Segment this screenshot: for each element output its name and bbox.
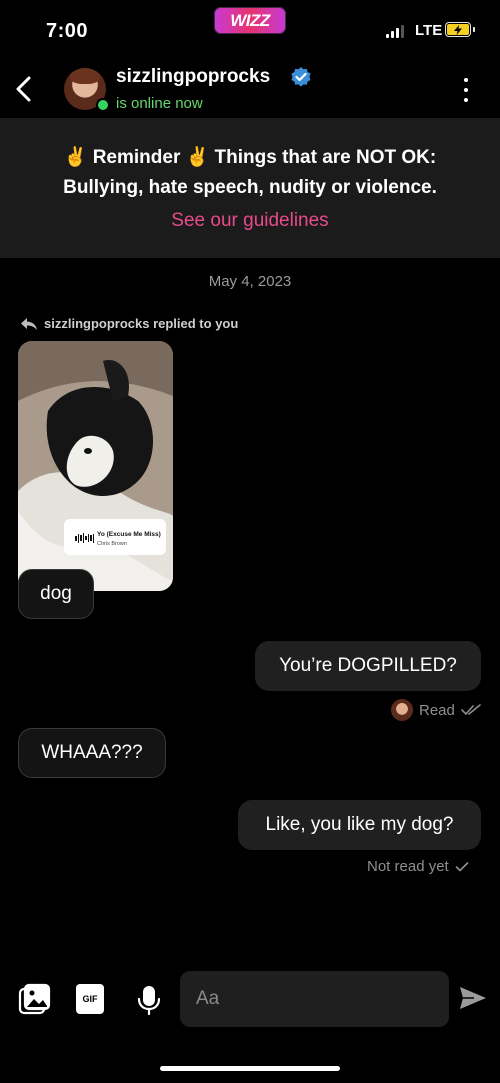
song-title: Yo (Excuse Me Miss) [97, 531, 161, 538]
reader-avatar [391, 699, 413, 721]
delivery-receipt: Not read yet [367, 858, 469, 875]
online-indicator [96, 98, 110, 112]
message-input[interactable]: Aa [180, 971, 449, 1027]
photo-gallery-icon[interactable] [18, 983, 52, 1017]
song-artist: Chris Brown [97, 541, 127, 547]
replied-label: sizzlingpoprocks replied to you [44, 316, 239, 331]
rules-line: Bullying, hate speech, nudity or violenc… [63, 177, 437, 198]
microphone-icon[interactable] [132, 983, 166, 1017]
read-label: Read [419, 701, 455, 719]
reply-arrow-icon [21, 317, 37, 330]
wizz-logo: WIZZ [214, 7, 286, 34]
music-sticker[interactable]: Yo (Excuse Me Miss) Chris Brown [64, 519, 166, 555]
guidelines-link[interactable]: See our guidelines [0, 210, 500, 232]
home-indicator[interactable] [160, 1066, 340, 1071]
reminder-line: ✌️ Reminder ✌️ Things that are NOT OK: [63, 147, 437, 168]
not-read-label: Not read yet [367, 858, 449, 875]
send-icon[interactable] [458, 983, 488, 1013]
back-button[interactable] [12, 74, 38, 104]
chevron-left-icon [16, 76, 31, 102]
status-time: 7:00 [46, 20, 89, 42]
message-bubble-outgoing[interactable]: You’re DOGPILLED? [255, 641, 481, 691]
battery-icon [445, 22, 475, 37]
check-icon [455, 861, 469, 871]
reply-context: sizzlingpoprocks replied to you [20, 316, 238, 331]
message-bubble-incoming[interactable]: dog [18, 569, 94, 619]
message-bubble-incoming[interactable]: WHAAA??? [18, 728, 166, 778]
chat-username[interactable]: sizzlingpoprocks [116, 66, 270, 88]
network-label: LTE [415, 22, 443, 39]
signal-icon [386, 25, 404, 38]
guidelines-banner: ✌️ Reminder ✌️ Things that are NOT OK: B… [0, 118, 500, 258]
audio-wave-icon [75, 533, 94, 543]
online-status: is online now [116, 95, 203, 112]
date-separator: May 4, 2023 [208, 273, 292, 290]
message-bubble-outgoing[interactable]: Like, you like my dog? [238, 800, 481, 850]
read-receipt: Read [391, 699, 481, 721]
verified-badge-icon [290, 66, 312, 88]
double-check-icon [461, 704, 481, 715]
more-options-icon[interactable] [460, 78, 472, 102]
gif-button[interactable]: GIF [76, 984, 104, 1014]
